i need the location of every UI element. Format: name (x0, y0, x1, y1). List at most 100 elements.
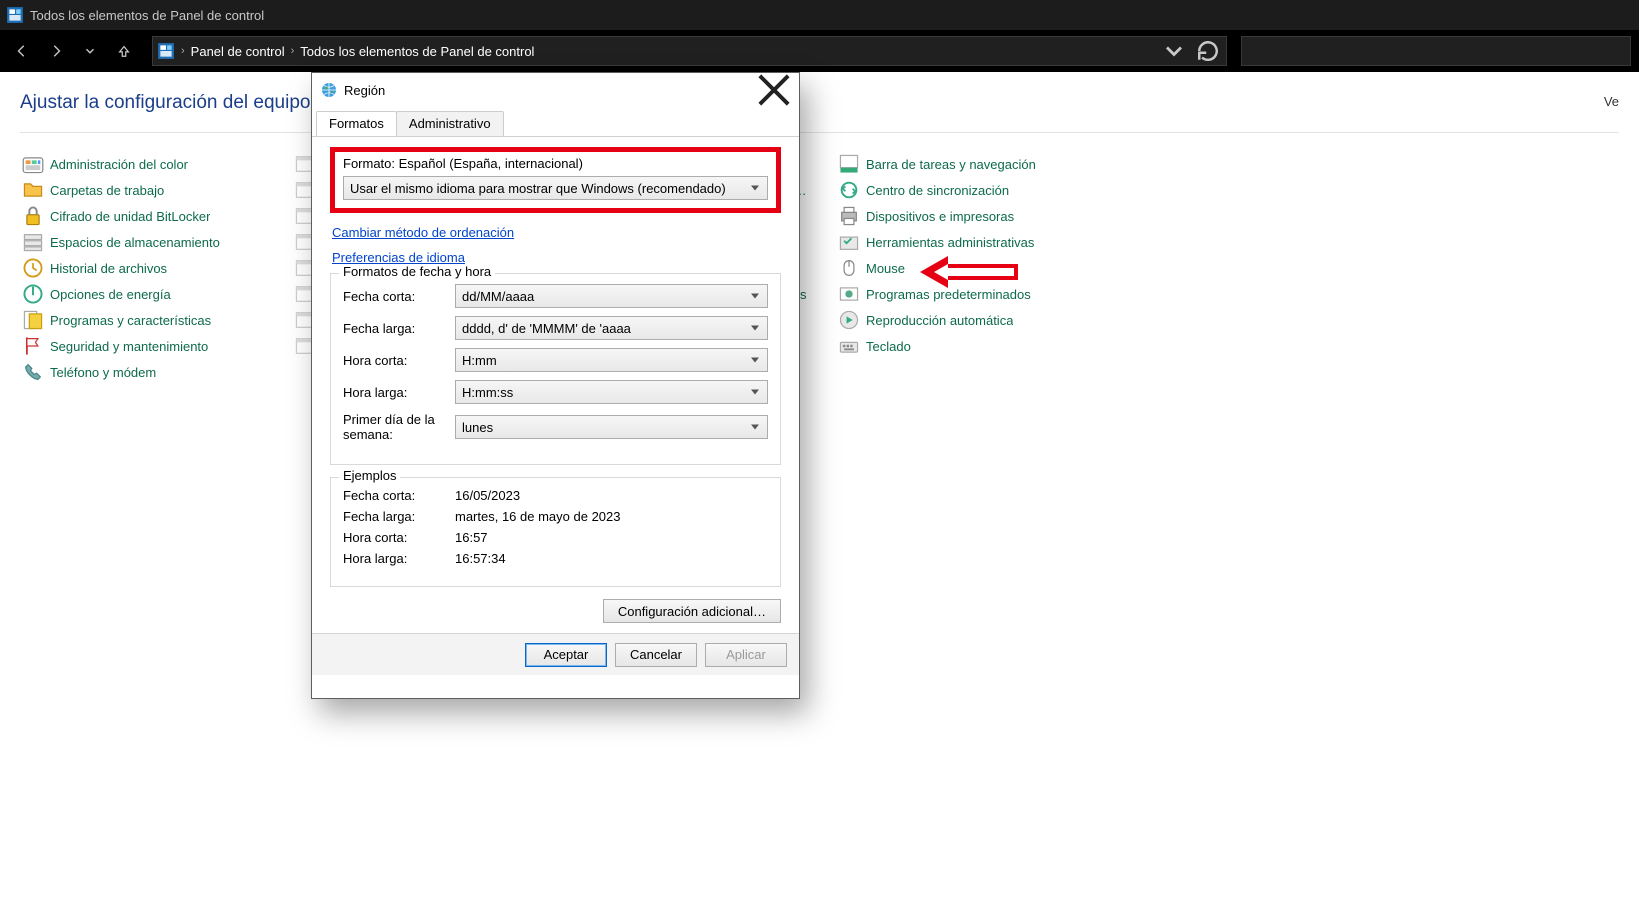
clock-icon (22, 257, 44, 279)
formats-legend: Formatos de fecha y hora (339, 264, 495, 279)
cp-item-label[interactable]: Administración del color (50, 157, 188, 172)
link-language-prefs[interactable]: Preferencias de idioma (332, 250, 465, 265)
eg-short-time-label: Hora corta: (343, 530, 455, 545)
recent-dropdown[interactable] (76, 37, 104, 65)
explorer-navbar: › Panel de control › Todos los elementos… (0, 30, 1639, 72)
flag-icon (22, 335, 44, 357)
view-by-label: Ve (1604, 94, 1619, 109)
additional-settings-button[interactable]: Configuración adicional… (603, 599, 781, 623)
window-title: Todos los elementos de Panel de control (30, 8, 264, 23)
back-button[interactable] (8, 37, 36, 65)
cp-item-label[interactable]: Teléfono y módem (50, 365, 156, 380)
autoplay-icon (838, 309, 860, 331)
short-time-label: Hora corta: (343, 353, 455, 368)
eg-short-time: 16:57 (455, 530, 488, 545)
eg-long-time: 16:57:34 (455, 551, 506, 566)
forward-button[interactable] (42, 37, 70, 65)
cp-item-label[interactable]: Opciones de energía (50, 287, 171, 302)
short-time-combo[interactable]: H:mm (455, 348, 768, 372)
cp-item[interactable]: Mouse (836, 255, 1084, 281)
search-input[interactable] (1241, 36, 1631, 66)
folder-icon (22, 179, 44, 201)
dialog-footer: Aceptar Cancelar Aplicar (312, 633, 799, 675)
ok-button[interactable]: Aceptar (525, 643, 607, 667)
tab-admin[interactable]: Administrativo (396, 111, 504, 136)
drives-icon (22, 231, 44, 253)
cp-item[interactable]: Programas y características (20, 307, 268, 333)
first-day-label: Primer día de la semana: (343, 412, 455, 442)
cp-item-label[interactable]: Centro de sincronización (866, 183, 1009, 198)
eg-short-date-label: Fecha corta: (343, 488, 455, 503)
window-titlebar: Todos los elementos de Panel de control (0, 0, 1639, 30)
cp-item[interactable]: Cifrado de unidad BitLocker (20, 203, 268, 229)
color-icon (22, 153, 44, 175)
cp-item-label[interactable]: Cifrado de unidad BitLocker (50, 209, 210, 224)
first-day-combo[interactable]: lunes (455, 415, 768, 439)
chevron-right-icon[interactable]: › (291, 45, 295, 57)
chevron-right-icon[interactable]: › (181, 45, 185, 57)
long-date-label: Fecha larga: (343, 321, 455, 336)
cp-item-label[interactable]: Mouse (866, 261, 905, 276)
link-sort-method[interactable]: Cambiar método de ordenación (332, 225, 514, 240)
cp-item[interactable]: Herramientas administrativas (836, 229, 1084, 255)
cp-item[interactable]: Historial de archivos (20, 255, 268, 281)
cp-item[interactable]: Espacios de almacenamiento (20, 229, 268, 255)
cancel-button[interactable]: Cancelar (615, 643, 697, 667)
short-date-label: Fecha corta: (343, 289, 455, 304)
dialog-titlebar: Región (312, 73, 799, 107)
eg-short-date: 16/05/2023 (455, 488, 520, 503)
cp-item-label[interactable]: Seguridad y mantenimiento (50, 339, 208, 354)
address-bar[interactable]: › Panel de control › Todos los elementos… (152, 36, 1227, 66)
cp-item-label[interactable]: Reproducción automática (866, 313, 1013, 328)
cp-item[interactable]: Administración del color (20, 151, 268, 177)
highlight-box: Formato: Español (España, internacional)… (330, 147, 781, 213)
mouse-icon (838, 257, 860, 279)
cp-item[interactable]: Programas predeterminados (836, 281, 1084, 307)
date-time-formats-group: Formatos de fecha y hora Fecha corta: dd… (330, 273, 781, 465)
cp-item[interactable]: Teclado (836, 333, 1084, 359)
region-dialog: Región Formatos Administrativo Formato: … (311, 72, 800, 699)
up-button[interactable] (110, 37, 138, 65)
eg-long-date-label: Fecha larga: (343, 509, 455, 524)
cp-item[interactable]: Opciones de energía (20, 281, 268, 307)
cp-item-label[interactable]: Herramientas administrativas (866, 235, 1034, 250)
printer-icon (838, 205, 860, 227)
cp-item-label[interactable]: Carpetas de trabajo (50, 183, 164, 198)
cp-item[interactable]: Dispositivos e impresoras (836, 203, 1084, 229)
long-time-combo[interactable]: H:mm:ss (455, 380, 768, 404)
breadcrumb-all-items[interactable]: Todos los elementos de Panel de control (300, 44, 534, 59)
short-date-combo[interactable]: dd/MM/aaaa (455, 284, 768, 308)
cp-item[interactable]: Reproducción automática (836, 307, 1084, 333)
eg-long-time-label: Hora larga: (343, 551, 455, 566)
eg-long-date: martes, 16 de mayo de 2023 (455, 509, 621, 524)
address-icon (157, 42, 175, 60)
format-label: Formato: Español (España, internacional) (343, 156, 768, 171)
cp-item-label[interactable]: Historial de archivos (50, 261, 167, 276)
refresh-button[interactable] (1194, 37, 1222, 65)
page-title: Ajustar la configuración del equipo (20, 92, 1619, 114)
programs-icon (22, 309, 44, 331)
cp-item-label[interactable]: Barra de tareas y navegación (866, 157, 1036, 172)
tab-formats[interactable]: Formatos (316, 111, 397, 136)
sync-icon (838, 179, 860, 201)
cp-item[interactable]: Centro de sincronización (836, 177, 1084, 203)
long-date-combo[interactable]: dddd, d' de 'MMMM' de 'aaaa (455, 316, 768, 340)
divider (20, 132, 1619, 133)
close-button[interactable] (757, 77, 791, 103)
keyboard-icon (838, 335, 860, 357)
cp-item-label[interactable]: Espacios de almacenamiento (50, 235, 220, 250)
cp-item-label[interactable]: Dispositivos e impresoras (866, 209, 1014, 224)
cp-item[interactable]: Teléfono y módem (20, 359, 268, 385)
dialog-tabs: Formatos Administrativo (312, 107, 799, 137)
cp-item[interactable]: Carpetas de trabajo (20, 177, 268, 203)
breadcrumb-panel[interactable]: Panel de control (191, 44, 285, 59)
cp-item-label[interactable]: Programas y características (50, 313, 211, 328)
cp-item[interactable]: Barra de tareas y navegación (836, 151, 1084, 177)
address-dropdown[interactable] (1160, 37, 1188, 65)
taskbar-icon (838, 153, 860, 175)
cp-item[interactable]: Seguridad y mantenimiento (20, 333, 268, 359)
cp-item-label[interactable]: Programas predeterminados (866, 287, 1031, 302)
format-combo[interactable]: Usar el mismo idioma para mostrar que Wi… (343, 176, 768, 200)
dialog-title: Región (344, 83, 757, 98)
cp-item-label[interactable]: Teclado (866, 339, 911, 354)
